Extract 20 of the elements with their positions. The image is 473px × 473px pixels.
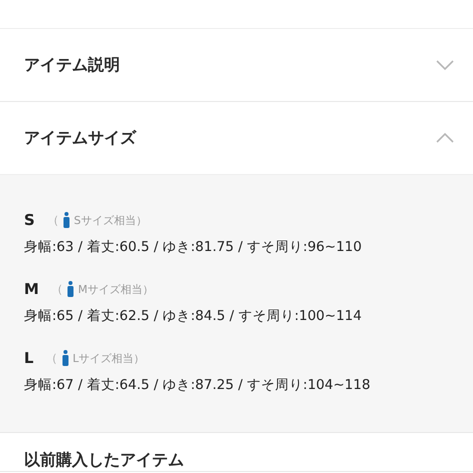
size-note: Mサイズ相当） bbox=[78, 282, 154, 296]
person-icon bbox=[62, 350, 69, 366]
size-measurements: 身幅:63 / 着丈:60.5 / ゆき:81.75 / すそ周り:96~110 bbox=[24, 238, 363, 256]
opening-parenthesis: （ bbox=[50, 280, 63, 298]
size-label: S bbox=[24, 211, 35, 229]
section-title: アイテムサイズ bbox=[24, 128, 136, 148]
size-measurements: 身幅:67 / 着丈:64.5 / ゆき:87.25 / すそ周り:104~118 bbox=[24, 376, 372, 394]
person-icon bbox=[66, 281, 74, 297]
chevron-up-icon[interactable] bbox=[436, 133, 454, 143]
size-label: L bbox=[24, 349, 34, 367]
person-icon bbox=[62, 212, 70, 228]
size-note: Sサイズ相当） bbox=[74, 212, 147, 228]
section-title: アイテム説明 bbox=[24, 54, 120, 76]
section-title: 以前購入したアイテム bbox=[24, 450, 184, 471]
size-measurements: 身幅:65 / 着丈:62.5 / ゆき:84.5 / すそ周り:100~114 bbox=[24, 307, 363, 325]
size-note: Lサイズ相当） bbox=[72, 350, 145, 366]
opening-parenthesis: （ bbox=[46, 350, 58, 366]
opening-parenthesis: （ bbox=[46, 212, 59, 228]
chevron-down-icon[interactable] bbox=[436, 60, 454, 70]
size-label: M bbox=[24, 280, 39, 298]
